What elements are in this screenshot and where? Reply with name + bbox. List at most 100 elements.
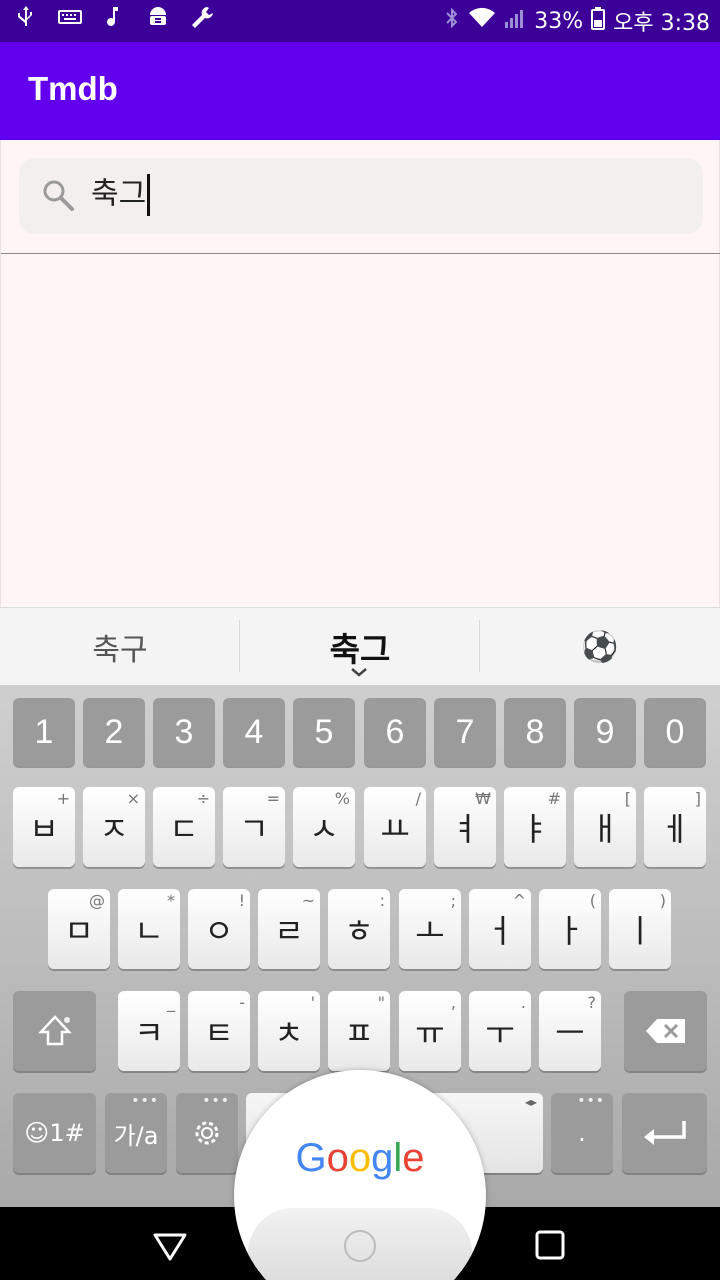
android-debug-icon — [146, 5, 170, 38]
key-label: ㄱ — [239, 810, 269, 848]
key-letter[interactable]: ㅈ × — [83, 787, 145, 867]
key-hint: @ — [89, 891, 105, 910]
language-label: 가/a — [113, 1121, 159, 1150]
key-label: ㅎ — [344, 912, 374, 950]
key-letter[interactable]: ㅇ! — [188, 889, 250, 969]
period-label: . — [578, 1119, 586, 1147]
key-label: ㅊ — [274, 1014, 304, 1052]
key-hint: ! — [238, 891, 245, 910]
key-letter[interactable]: ㅊ ' — [258, 991, 320, 1071]
key-letter[interactable]: ㅓ ^ — [469, 889, 531, 969]
key-letter[interactable]: ㅡ? — [539, 991, 601, 1071]
google-logo: Google — [234, 1136, 486, 1181]
key-hint: ' — [310, 993, 315, 1012]
key-7[interactable]: 7 — [434, 698, 496, 766]
key-9[interactable]: 9 — [574, 698, 636, 766]
key-letter[interactable]: ㅋ _ — [118, 991, 180, 1071]
key-0[interactable]: 0 — [644, 698, 706, 766]
music-note-icon — [102, 5, 126, 38]
key-hint: ÷ — [196, 789, 210, 808]
key-8[interactable]: 8 — [504, 698, 566, 766]
key-hint: ( — [589, 891, 596, 910]
key-label: ㅌ — [204, 1014, 234, 1052]
key-label: ㅈ — [99, 810, 129, 848]
key-label: ㅍ — [344, 1014, 374, 1052]
symbols-key[interactable]: ☺1# — [13, 1093, 96, 1173]
key-2[interactable]: 2 — [83, 698, 145, 766]
chevron-down-icon[interactable] — [350, 666, 368, 678]
battery-percent: 33% — [534, 8, 584, 34]
backspace-key[interactable] — [624, 991, 707, 1071]
shift-key[interactable] — [13, 991, 96, 1071]
key-label: ㅂ — [29, 810, 59, 848]
key-letter[interactable]: ㅐ[ — [574, 787, 636, 867]
suggestion-strip: 축구 축그 ⚽ — [0, 607, 720, 685]
key-letter[interactable]: ㅜ. — [469, 991, 531, 1071]
key-hint: . — [520, 993, 526, 1012]
key-letter[interactable]: ㅗ; — [399, 889, 461, 969]
key-letter[interactable]: ㅅ% — [293, 787, 355, 867]
period-key[interactable]: . ••• — [551, 1093, 613, 1173]
key-label: ㅠ — [415, 1014, 445, 1052]
home-button[interactable] — [248, 1208, 472, 1280]
key-hint: [ — [624, 789, 631, 808]
enter-icon — [643, 1121, 686, 1145]
key-label: ㅣ — [625, 912, 655, 950]
key-letter[interactable]: ㅠ, — [399, 991, 461, 1071]
key-6[interactable]: 6 — [364, 698, 426, 766]
key-label: ㅔ — [660, 810, 690, 848]
suggestion-item[interactable]: 축구 — [0, 608, 240, 686]
key-label: ㅋ — [134, 1014, 164, 1052]
key-label: ㅕ — [450, 810, 480, 848]
key-hint: # — [547, 789, 561, 808]
key-hint: ₩ — [475, 789, 491, 808]
google-logo-letter: o — [348, 1136, 372, 1180]
suggestion-emoji[interactable]: ⚽ — [480, 608, 720, 686]
key-hint: ^ — [512, 891, 526, 910]
key-letter[interactable]: ㅔ] — [644, 787, 706, 867]
settings-key[interactable]: ••• — [176, 1093, 238, 1173]
recents-icon[interactable] — [530, 1225, 570, 1265]
status-time: 오후 3:38 — [613, 11, 710, 36]
back-icon[interactable] — [150, 1225, 190, 1265]
text-cursor — [147, 174, 151, 216]
key-letter[interactable]: ㅂ + — [13, 787, 75, 867]
key-hint: + — [56, 789, 70, 808]
key-label: ㄹ — [274, 912, 304, 950]
backspace-icon — [645, 1019, 685, 1043]
status-left-icons — [14, 5, 214, 38]
bluetooth-icon — [444, 6, 460, 36]
key-letter[interactable]: ㅎ: — [328, 889, 390, 969]
enter-key[interactable] — [622, 1093, 707, 1173]
signal-icon — [504, 7, 526, 35]
search-input[interactable]: 축그 — [19, 158, 703, 234]
key-letter[interactable]: ㅕ ₩ — [434, 787, 496, 867]
key-3[interactable]: 3 — [153, 698, 215, 766]
search-query-text: 축그 — [91, 174, 151, 216]
key-letter[interactable]: ㅌ- — [188, 991, 250, 1071]
google-logo-letter: l — [393, 1136, 403, 1180]
key-letter[interactable]: ㅏ( — [539, 889, 601, 969]
key-letter[interactable]: ㅣ) — [609, 889, 671, 969]
key-letter[interactable]: ㅍ " — [328, 991, 390, 1071]
key-4[interactable]: 4 — [223, 698, 285, 766]
key-hint: % — [334, 789, 350, 808]
key-letter[interactable]: ㅁ @ — [48, 889, 110, 969]
key-5[interactable]: 5 — [293, 698, 355, 766]
key-letter[interactable]: ㄹ ~ — [258, 889, 320, 969]
key-hint: : — [379, 891, 385, 910]
key-hint: - — [239, 993, 245, 1012]
key-letter[interactable]: ㄷ ÷ — [153, 787, 215, 867]
key-label: ㅑ — [520, 810, 550, 848]
key-letter[interactable]: ㅛ / — [364, 787, 426, 867]
key-letter[interactable]: ㅑ # — [504, 787, 566, 867]
app-title: Tmdb — [28, 70, 118, 107]
content-area: 축그 — [0, 140, 720, 607]
key-1[interactable]: 1 — [13, 698, 75, 766]
language-key[interactable]: 가/a ••• — [105, 1093, 167, 1173]
key-hint: , — [450, 993, 456, 1012]
key-hint: = — [266, 789, 280, 808]
key-letter[interactable]: ㄱ = — [223, 787, 285, 867]
key-letter[interactable]: ㄴ * — [118, 889, 180, 969]
key-hint: ~ — [301, 891, 315, 910]
